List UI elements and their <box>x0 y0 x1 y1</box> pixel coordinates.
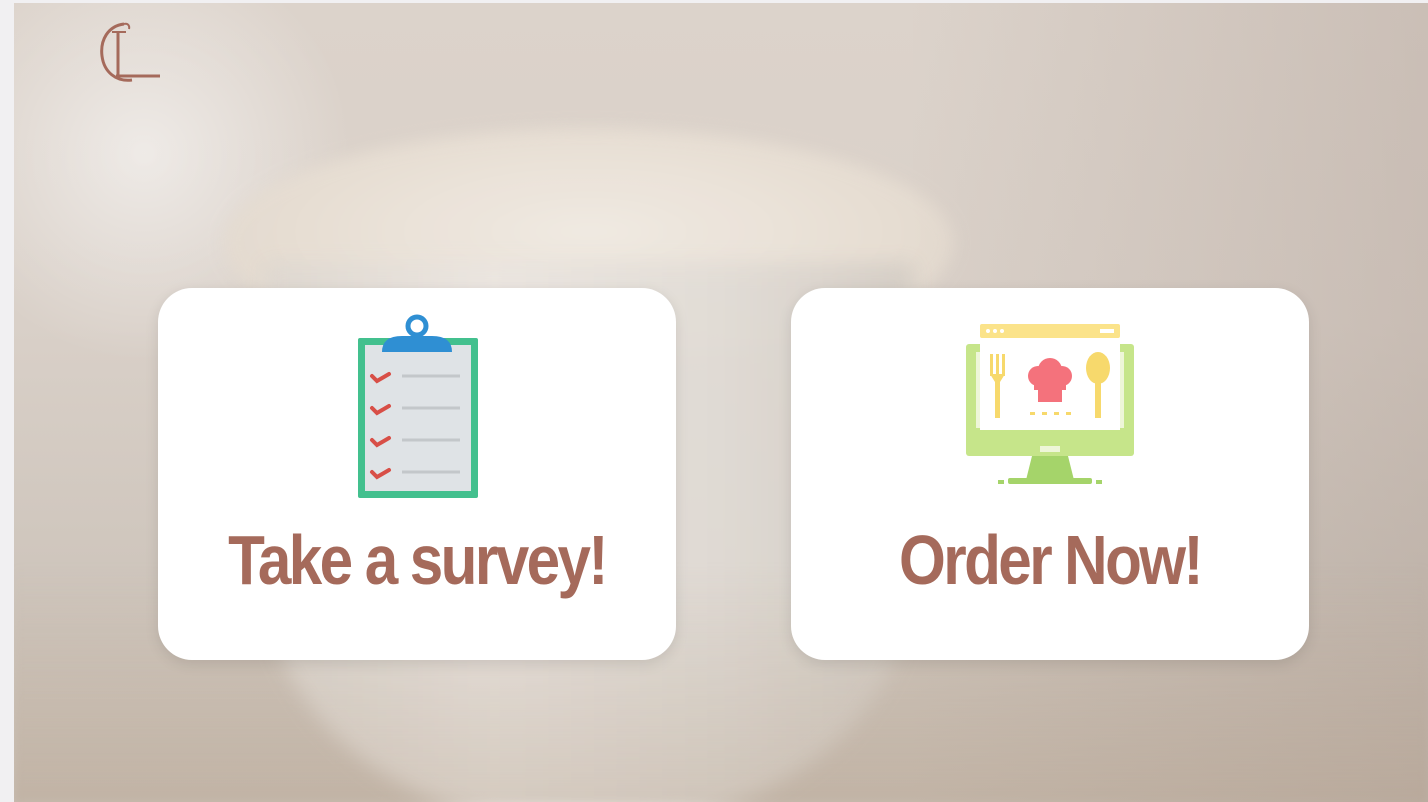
take-survey-card[interactable]: Take a survey! <box>158 288 676 660</box>
clipboard-checklist-icon <box>358 314 478 498</box>
order-now-card[interactable]: Order Now! <box>791 288 1309 660</box>
take-survey-label: Take a survey! <box>228 521 608 599</box>
landing-page: Take a survey! Order Now! <box>14 3 1428 802</box>
order-now-label: Order Now! <box>899 521 1204 599</box>
online-food-order-monitor-icon <box>966 324 1134 484</box>
cl-monogram-logo <box>100 22 160 82</box>
